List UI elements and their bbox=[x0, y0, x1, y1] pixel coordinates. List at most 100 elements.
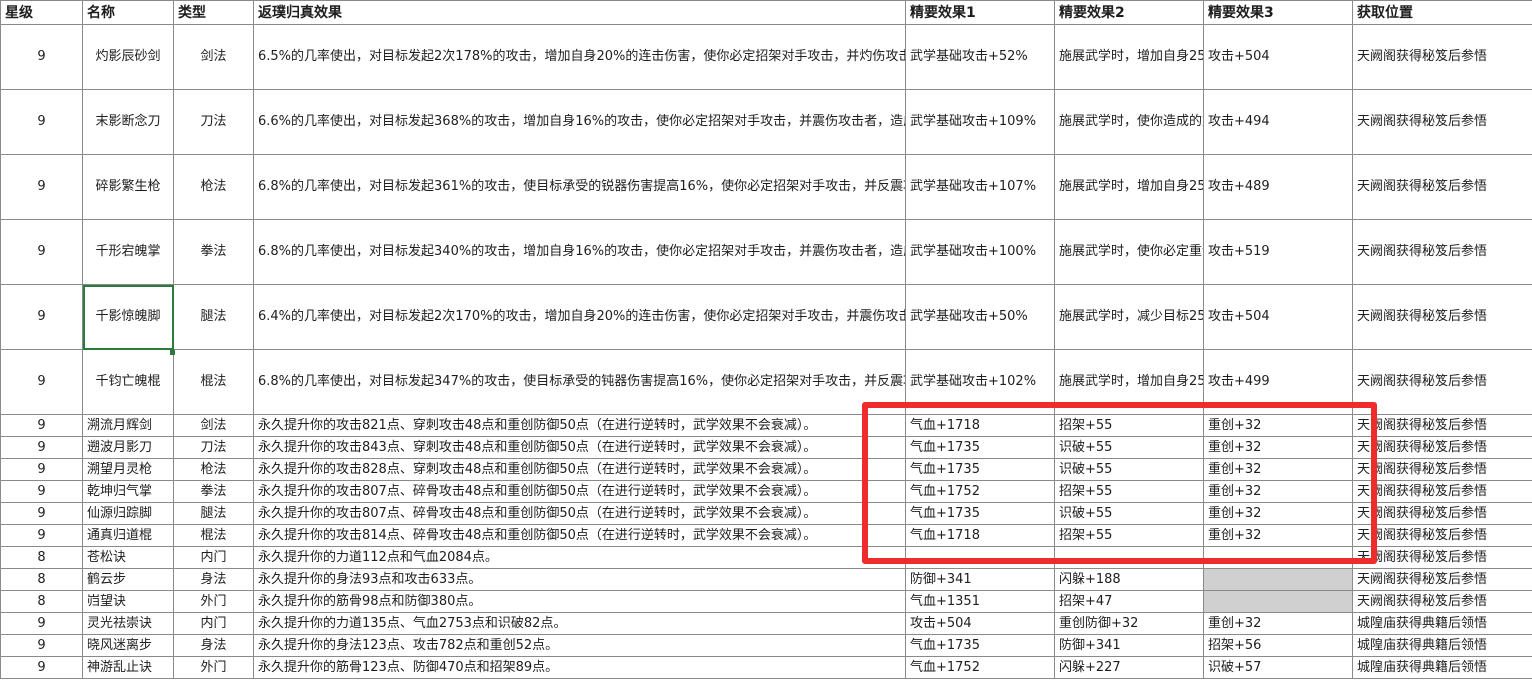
cell-effect[interactable]: 永久提升你的攻击843点、穿刺攻击48点和重创防御50点（在进行逆转时，武学效果… bbox=[253, 436, 906, 459]
cell-effect[interactable]: 永久提升你的力道135点、气血2753点和识破82点。 bbox=[253, 612, 906, 635]
cell-location[interactable]: 天阙阁获得秘笈后参悟 bbox=[1352, 502, 1532, 525]
col-header-name[interactable]: 名称 bbox=[82, 0, 174, 25]
cell-essence1[interactable]: 气血+1752 bbox=[905, 480, 1055, 503]
cell-essence2[interactable]: 施展武学时，使你造成的重创伤害+25%，持续3回合 bbox=[1054, 89, 1204, 155]
cell-star[interactable]: 9 bbox=[0, 436, 83, 459]
cell-type[interactable]: 腿法 bbox=[173, 502, 254, 525]
cell-essence1[interactable]: 气血+1351 bbox=[905, 590, 1055, 613]
cell-essence2[interactable]: 闪躲+188 bbox=[1054, 568, 1204, 591]
cell-effect[interactable]: 永久提升你的攻击828点、穿刺攻击48点和重创防御50点（在进行逆转时，武学效果… bbox=[253, 458, 906, 481]
cell-name[interactable]: 鹤云步 bbox=[82, 568, 174, 591]
cell-essence2[interactable]: 重创防御+32 bbox=[1054, 612, 1204, 635]
cell-name[interactable]: 溯望月灵枪 bbox=[82, 458, 174, 481]
cell-star[interactable]: 9 bbox=[0, 89, 83, 155]
cell-essence1[interactable]: 武学基础攻击+52% bbox=[905, 24, 1055, 90]
cell-essence1[interactable]: 气血+1735 bbox=[905, 634, 1055, 657]
cell-essence3-empty[interactable] bbox=[1203, 568, 1353, 591]
col-header-essence1[interactable]: 精要效果1 bbox=[905, 0, 1055, 25]
cell-essence1[interactable]: 气血+1752 bbox=[905, 656, 1055, 679]
cell-type[interactable]: 外门 bbox=[173, 590, 254, 613]
cell-type[interactable]: 棍法 bbox=[173, 349, 254, 415]
cell-essence1[interactable]: 气血+1735 bbox=[905, 502, 1055, 525]
cell-essence3[interactable]: 攻击+494 bbox=[1203, 89, 1353, 155]
cell-essence1[interactable]: 气血+1735 bbox=[905, 458, 1055, 481]
cell-location[interactable]: 天阙阁获得秘笈后参悟 bbox=[1352, 480, 1532, 503]
cell-type[interactable]: 拳法 bbox=[173, 480, 254, 503]
cell-location[interactable]: 城隍庙获得典籍后领悟 bbox=[1352, 634, 1532, 657]
cell-name[interactable]: 神游乱止诀 bbox=[82, 656, 174, 679]
col-header-essence2[interactable]: 精要效果2 bbox=[1054, 0, 1204, 25]
cell-type[interactable]: 剑法 bbox=[173, 414, 254, 437]
cell-location[interactable]: 天阙阁获得秘笈后参悟 bbox=[1352, 154, 1532, 220]
cell-type[interactable]: 内门 bbox=[173, 546, 254, 569]
cell-essence3[interactable]: 攻击+489 bbox=[1203, 154, 1353, 220]
cell-name[interactable]: 碎影繁生枪 bbox=[82, 154, 174, 220]
cell-effect[interactable]: 6.4%的几率使出，对目标发起2次170%的攻击，增加自身20%的连击伤害，使你… bbox=[253, 284, 906, 350]
cell-star[interactable]: 9 bbox=[0, 24, 83, 90]
cell-essence1[interactable]: 武学基础攻击+102% bbox=[905, 349, 1055, 415]
cell-star[interactable]: 9 bbox=[0, 458, 83, 481]
cell-location[interactable]: 天阙阁获得秘笈后参悟 bbox=[1352, 414, 1532, 437]
cell-essence3[interactable]: 攻击+499 bbox=[1203, 349, 1353, 415]
cell-star[interactable]: 9 bbox=[0, 349, 83, 415]
fill-handle[interactable] bbox=[170, 350, 175, 355]
cell-location[interactable]: 天阙阁获得秘笈后参悟 bbox=[1352, 458, 1532, 481]
col-header-effect[interactable]: 返璞归真效果 bbox=[253, 0, 906, 25]
cell-type[interactable]: 刀法 bbox=[173, 89, 254, 155]
cell-essence1[interactable]: 武学基础攻击+109% bbox=[905, 89, 1055, 155]
cell-essence2[interactable]: 施展武学时，增加自身25%的攻击，持续3回合 bbox=[1054, 154, 1204, 220]
cell-name[interactable]: 通真归道棍 bbox=[82, 524, 174, 547]
cell-type[interactable]: 枪法 bbox=[173, 458, 254, 481]
cell-effect[interactable]: 永久提升你的筋骨123点、防御470点和招架89点。 bbox=[253, 656, 906, 679]
cell-effect[interactable]: 永久提升你的攻击807点、碎骨攻击48点和重创防御50点（在进行逆转时，武学效果… bbox=[253, 480, 906, 503]
cell-star[interactable]: 8 bbox=[0, 546, 83, 569]
cell-star[interactable]: 9 bbox=[0, 154, 83, 220]
col-header-essence3[interactable]: 精要效果3 bbox=[1203, 0, 1353, 25]
cell-effect[interactable]: 永久提升你的筋骨98点和防御380点。 bbox=[253, 590, 906, 613]
cell-essence3[interactable]: 重创+32 bbox=[1203, 502, 1353, 525]
cell-essence3[interactable]: 重创+32 bbox=[1203, 458, 1353, 481]
cell-name[interactable]: 溯流月辉剑 bbox=[82, 414, 174, 437]
col-header-type[interactable]: 类型 bbox=[173, 0, 254, 25]
cell-essence3[interactable] bbox=[1203, 546, 1353, 569]
cell-effect[interactable]: 6.5%的几率使出，对目标发起2次178%的攻击，增加自身20%的连击伤害，使你… bbox=[253, 24, 906, 90]
cell-star[interactable]: 8 bbox=[0, 568, 83, 591]
cell-star[interactable]: 9 bbox=[0, 502, 83, 525]
cell-type[interactable]: 腿法 bbox=[173, 284, 254, 350]
cell-location[interactable]: 天阙阁获得秘笈后参悟 bbox=[1352, 24, 1532, 90]
cell-essence3[interactable]: 重创+32 bbox=[1203, 524, 1353, 547]
cell-name[interactable]: 千形宕魄掌 bbox=[82, 219, 174, 285]
cell-type[interactable]: 身法 bbox=[173, 568, 254, 591]
cell-effect[interactable]: 6.8%的几率使出，对目标发起347%的攻击，使目标承受的钝器伤害提高16%，使… bbox=[253, 349, 906, 415]
cell-location[interactable]: 城隍庙获得典籍后领悟 bbox=[1352, 612, 1532, 635]
cell-name[interactable]: 遡波月影刀 bbox=[82, 436, 174, 459]
cell-essence2[interactable]: 施展武学时，使你必定重创对手，持续2回合 bbox=[1054, 219, 1204, 285]
cell-location[interactable]: 城隍庙获得典籍后领悟 bbox=[1352, 656, 1532, 679]
cell-essence2[interactable]: 闪躲+227 bbox=[1054, 656, 1204, 679]
cell-essence3[interactable]: 攻击+519 bbox=[1203, 219, 1353, 285]
cell-type[interactable]: 剑法 bbox=[173, 24, 254, 90]
cell-essence2[interactable]: 招架+55 bbox=[1054, 414, 1204, 437]
cell-essence2[interactable]: 施展武学时，增加自身25%的攻击，持续3回合 bbox=[1054, 349, 1204, 415]
cell-essence2[interactable]: 招架+55 bbox=[1054, 480, 1204, 503]
cell-name[interactable]: 乾坤归气掌 bbox=[82, 480, 174, 503]
cell-name[interactable]: 苍松诀 bbox=[82, 546, 174, 569]
cell-essence3[interactable]: 重创+32 bbox=[1203, 480, 1353, 503]
cell-location[interactable]: 天阙阁获得秘笈后参悟 bbox=[1352, 568, 1532, 591]
cell-effect[interactable]: 永久提升你的力道112点和气血2084点。 bbox=[253, 546, 906, 569]
cell-essence2[interactable]: 施展武学时，减少目标25%的防御，持续3回合 bbox=[1054, 284, 1204, 350]
cell-name-selected[interactable]: 千影惊魄脚 bbox=[82, 284, 174, 350]
cell-star[interactable]: 9 bbox=[0, 612, 83, 635]
cell-essence3[interactable]: 攻击+504 bbox=[1203, 24, 1353, 90]
cell-star[interactable]: 9 bbox=[0, 480, 83, 503]
cell-essence2[interactable] bbox=[1054, 546, 1204, 569]
cell-essence3[interactable]: 重创+32 bbox=[1203, 436, 1353, 459]
cell-effect[interactable]: 永久提升你的攻击807点、碎骨攻击48点和重创防御50点（在进行逆转时，武学效果… bbox=[253, 502, 906, 525]
cell-effect[interactable]: 6.8%的几率使出，对目标发起361%的攻击，使目标承受的锐器伤害提高16%，使… bbox=[253, 154, 906, 220]
cell-star[interactable]: 9 bbox=[0, 219, 83, 285]
cell-essence1[interactable]: 武学基础攻击+100% bbox=[905, 219, 1055, 285]
cell-name[interactable]: 灼影辰砂剑 bbox=[82, 24, 174, 90]
cell-effect[interactable]: 永久提升你的攻击821点、穿刺攻击48点和重创防御50点（在进行逆转时，武学效果… bbox=[253, 414, 906, 437]
cell-name[interactable]: 千钧亡魄棍 bbox=[82, 349, 174, 415]
cell-type[interactable]: 棍法 bbox=[173, 524, 254, 547]
